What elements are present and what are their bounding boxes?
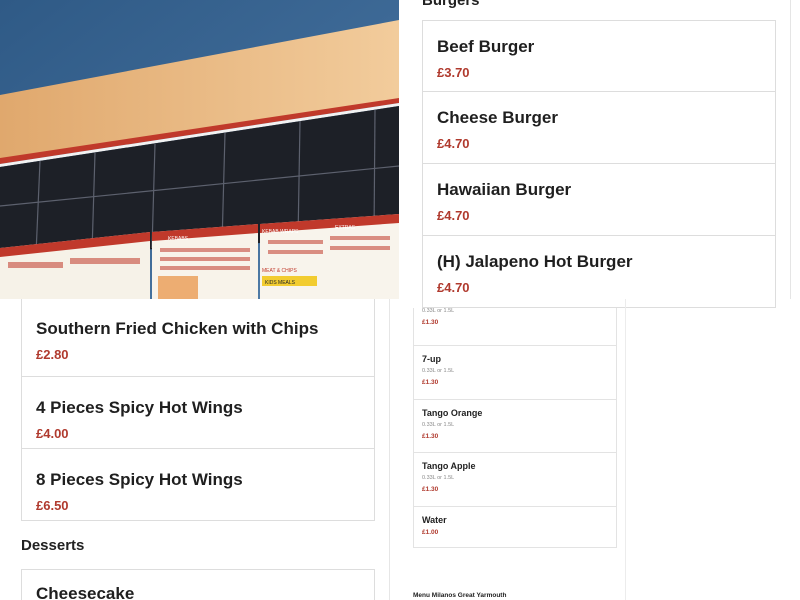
item-price: £3.70: [437, 65, 470, 80]
drink-item-card[interactable]: Tango Apple 0.33L or 1.5L £1.30: [413, 453, 617, 507]
drink-size: 0.33L or 1.5L: [422, 475, 455, 481]
item-price: £4.70: [437, 136, 470, 151]
item-name: Cheesecake: [36, 584, 135, 600]
board-label: KEBABS: [168, 236, 189, 242]
page: KEBABS KEBAB WRAPS EXTRAS MEAT & CHIPS K…: [0, 0, 800, 600]
burgers-section-title: Burgers: [422, 0, 480, 9]
divider: [790, 0, 791, 299]
board-label: EXTRAS: [335, 225, 356, 231]
board-label: MEAT & CHIPS: [262, 268, 297, 274]
divider: [389, 299, 390, 600]
drink-name: 7-up: [422, 354, 441, 364]
drink-size: 0.33L or 1.5L: [422, 368, 455, 374]
drink-price: £1.00: [422, 528, 439, 536]
item-price: £4.70: [437, 280, 470, 295]
drink-name: Tango Apple: [422, 461, 476, 471]
desserts-section-title: Desserts: [21, 537, 85, 554]
item-name: Southern Fried Chicken with Chips: [36, 319, 319, 338]
item-price: £4.70: [437, 208, 470, 223]
item-name: Cheese Burger: [437, 108, 558, 127]
drink-item-card[interactable]: Tango Orange 0.33L or 1.5L £1.30: [413, 399, 617, 453]
drink-item-card[interactable]: Water £1.00: [413, 506, 617, 548]
item-name: (H) Jalapeno Hot Burger: [437, 252, 633, 271]
menu-item-card[interactable]: Southern Fried Chicken with Chips £2.80: [21, 299, 375, 377]
chicken-list: Southern Fried Chicken with Chips £2.80 …: [21, 299, 375, 521]
item-name: Hawaiian Burger: [437, 180, 572, 199]
item-name: 8 Pieces Spicy Hot Wings: [36, 470, 243, 489]
drink-item-card[interactable]: 0.33L or 1.5L £1.30: [413, 308, 617, 346]
board-label: KIDS MEALS: [265, 280, 296, 286]
drink-price: £1.30: [422, 432, 439, 440]
item-name: 4 Pieces Spicy Hot Wings: [36, 398, 243, 417]
drink-size: 0.33L or 1.5L: [422, 421, 455, 428]
menu-item-card[interactable]: Hawaiian Burger £4.70: [422, 164, 776, 236]
board-label: KEBAB WRAPS: [262, 229, 299, 235]
drink-name: Tango Orange: [422, 407, 483, 418]
menu-item-card[interactable]: Cheesecake: [21, 569, 375, 600]
menu-item-card[interactable]: Beef Burger £3.70: [422, 20, 776, 92]
drink-price: £1.30: [422, 319, 439, 326]
drink-size: 0.33L or 1.5L: [422, 308, 455, 314]
burgers-list: Beef Burger £3.70 Cheese Burger £4.70 Ha…: [422, 20, 776, 308]
drink-price: £1.30: [422, 486, 439, 493]
divider: [625, 299, 626, 600]
item-name: Beef Burger: [437, 37, 535, 56]
drink-item-card[interactable]: 7-up 0.33L or 1.5L £1.30: [413, 346, 617, 400]
drinks-list: 0.33L or 1.5L £1.30 7-up 0.33L or 1.5L £…: [413, 298, 617, 548]
item-price: £2.80: [36, 347, 69, 362]
restaurant-photo: KEBABS KEBAB WRAPS EXTRAS MEAT & CHIPS K…: [0, 0, 399, 299]
menu-item-card[interactable]: 4 Pieces Spicy Hot Wings £4.00: [21, 377, 375, 449]
drink-price: £1.30: [422, 379, 439, 386]
drink-name: Water: [422, 514, 447, 525]
item-price: £6.50: [36, 498, 69, 513]
left-column: Southern Fried Chicken with Chips £2.80 …: [0, 299, 389, 600]
item-price: £4.00: [36, 426, 69, 441]
menu-item-card[interactable]: 8 Pieces Spicy Hot Wings £6.50: [21, 449, 375, 521]
footer-link[interactable]: Menu Milanos Great Yarmouth: [413, 592, 506, 599]
menu-item-card[interactable]: Cheese Burger £4.70: [422, 92, 776, 164]
